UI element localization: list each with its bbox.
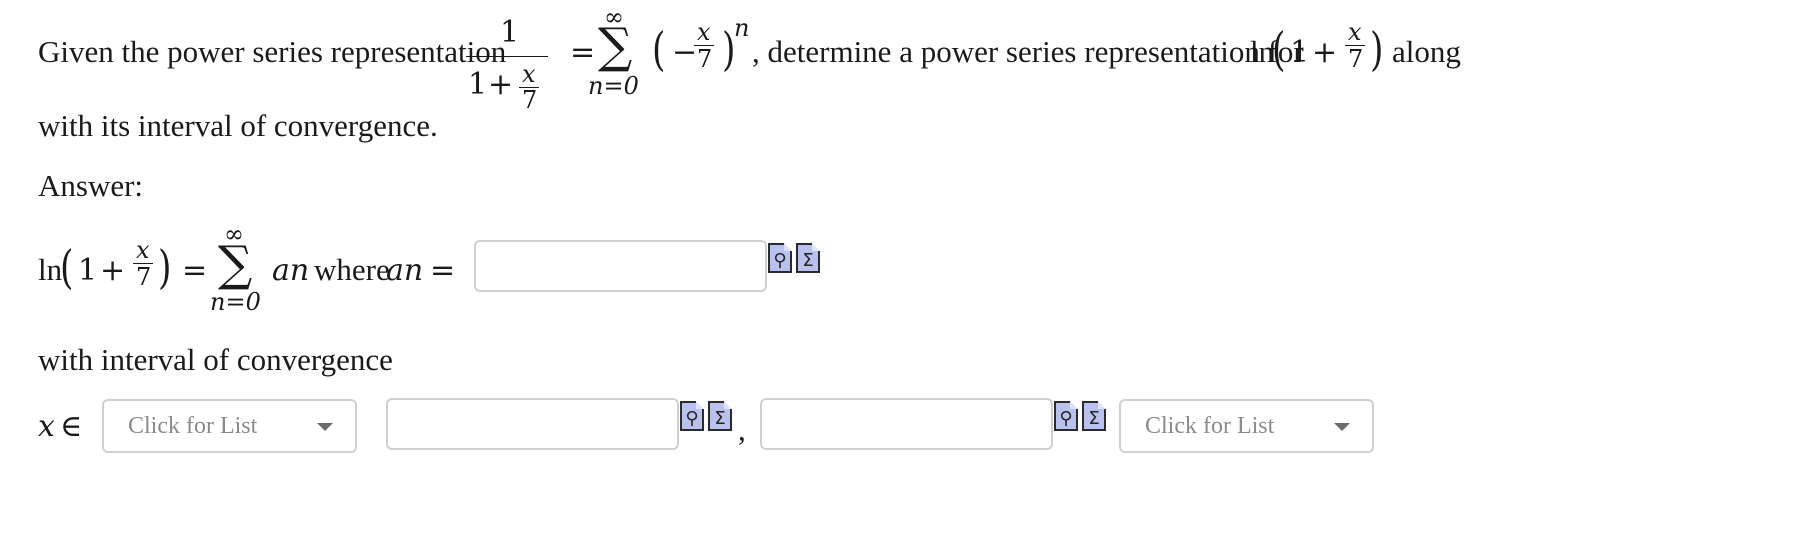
inner-seven: 7: [697, 45, 713, 73]
inner-x: x: [697, 18, 711, 46]
right-bracket-select[interactable]: Click for List: [1119, 399, 1374, 453]
ln-one: 1: [1290, 35, 1310, 70]
preview-icon[interactable]: ⚲: [768, 243, 792, 273]
answer-ln-text: ln: [38, 252, 63, 287]
fraction-bar: [466, 56, 548, 57]
answer-left-paren: (: [60, 240, 74, 294]
right-bracket-select-text: Click for List: [1145, 412, 1275, 439]
ln-right-paren: ): [1370, 22, 1384, 76]
answer-plus: +: [100, 253, 126, 288]
equals-sign: =: [570, 35, 596, 70]
answer-equals-2: =: [430, 253, 456, 288]
answer-where: where: [314, 252, 390, 287]
denominator-seven: 7: [522, 86, 538, 114]
sum-lower-limit: n=0: [588, 72, 639, 100]
answer-sum-lower: n=0: [210, 288, 261, 316]
formula-fraction: 1 1 + x 7: [462, 12, 552, 112]
chevron-down-icon: [317, 423, 333, 431]
answer-sum-symbol: ∑: [218, 236, 253, 292]
x-variable: x: [38, 409, 55, 444]
exponent-n: n: [734, 14, 750, 42]
answer-right-paren: ): [158, 240, 172, 294]
answer-a-n-2: an: [386, 253, 424, 288]
right-endpoint-input[interactable]: [760, 398, 1053, 450]
question-tail: along: [1392, 34, 1461, 69]
answer-label: Answer:: [38, 168, 144, 203]
ln-left-paren: (: [1272, 22, 1286, 76]
interval-comma: ,: [738, 412, 746, 447]
left-bracket-select[interactable]: Click for List: [102, 399, 357, 453]
answer-x: x: [136, 236, 150, 264]
question-intro: Given the power series representation: [38, 34, 507, 69]
answer-a-n-1: an: [272, 253, 310, 288]
question-line2: with its interval of convergence.: [38, 108, 438, 143]
answer-seven: 7: [136, 263, 152, 291]
a-n-input[interactable]: [474, 240, 767, 292]
answer-equals: =: [182, 253, 208, 288]
chevron-down-icon: [1334, 423, 1350, 431]
equation-editor-icon[interactable]: Σ: [708, 401, 732, 431]
equation-editor-icon[interactable]: Σ: [796, 243, 820, 273]
ln-plus: +: [1312, 35, 1338, 70]
fraction-numerator: 1: [500, 15, 520, 50]
left-endpoint-input[interactable]: [386, 398, 679, 450]
ln-x: x: [1348, 18, 1362, 46]
left-bracket-select-text: Click for List: [128, 412, 258, 439]
denominator-plus: +: [488, 67, 514, 102]
preview-icon[interactable]: ⚲: [680, 401, 704, 431]
answer-one: 1: [78, 253, 98, 288]
question-mid: , determine a power series representatio…: [752, 34, 1304, 69]
preview-icon[interactable]: ⚲: [1054, 401, 1078, 431]
denominator-x: x: [522, 60, 536, 88]
ln-text: ln: [1250, 34, 1275, 69]
left-paren: (: [652, 22, 666, 76]
element-of-symbol: ∈: [60, 409, 83, 444]
minus-sign: −: [672, 35, 698, 70]
interval-label: with interval of convergence: [38, 342, 393, 377]
equation-editor-icon[interactable]: Σ: [1082, 401, 1106, 431]
sum-symbol: ∑: [598, 18, 633, 74]
ln-seven: 7: [1348, 45, 1364, 73]
denominator-one: 1: [468, 67, 488, 102]
